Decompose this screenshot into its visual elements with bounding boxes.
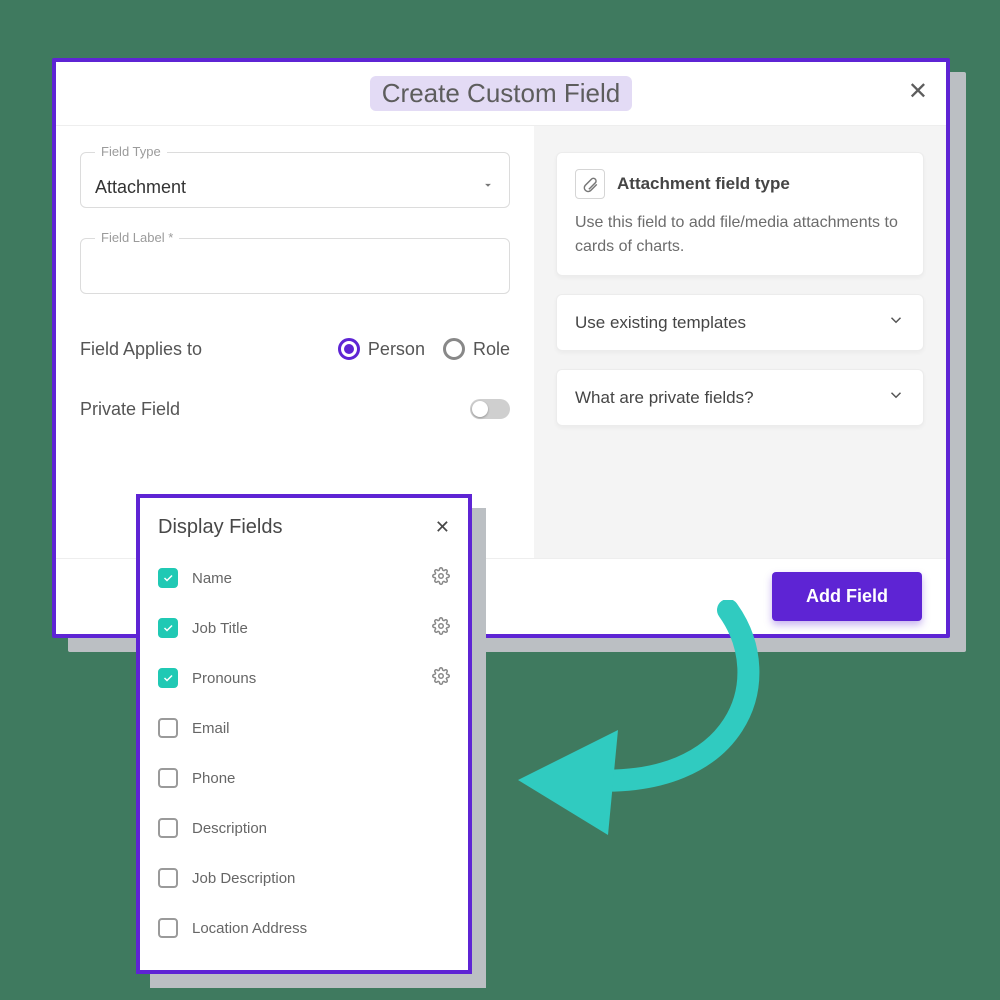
field-type-select[interactable]: Field Type Attachment bbox=[80, 152, 510, 208]
gear-icon[interactable] bbox=[432, 567, 450, 589]
radio-role-label: Role bbox=[473, 339, 510, 360]
item-label: Job Description bbox=[192, 870, 295, 887]
list-item[interactable]: Phone bbox=[158, 753, 450, 803]
info-description: Use this field to add file/media attachm… bbox=[575, 211, 905, 259]
info-column: Attachment field type Use this field to … bbox=[534, 126, 946, 558]
list-item[interactable]: Location Address bbox=[158, 903, 450, 953]
applies-to-row: Field Applies to Person Role bbox=[80, 324, 510, 374]
radio-person[interactable]: Person bbox=[338, 338, 425, 360]
list-item[interactable]: Pronouns bbox=[158, 653, 450, 703]
field-label-text[interactable] bbox=[95, 262, 495, 284]
item-label: Job Title bbox=[192, 620, 248, 637]
field-type-label: Field Type bbox=[95, 144, 167, 159]
close-icon[interactable]: ✕ bbox=[908, 80, 928, 104]
panel-header: Display Fields ✕ bbox=[158, 516, 450, 539]
private-field-label: Private Field bbox=[80, 399, 180, 420]
gear-icon[interactable] bbox=[432, 667, 450, 689]
radio-person-label: Person bbox=[368, 339, 425, 360]
item-label: Pronouns bbox=[192, 670, 256, 687]
list-item[interactable]: Job Description bbox=[158, 853, 450, 903]
attachment-icon bbox=[575, 169, 605, 199]
checkbox[interactable] bbox=[158, 618, 178, 638]
field-type-value: Attachment bbox=[95, 177, 481, 198]
expander-templates[interactable]: Use existing templates bbox=[556, 294, 924, 351]
item-label: Name bbox=[192, 570, 232, 587]
field-type-info-card: Attachment field type Use this field to … bbox=[556, 152, 924, 276]
radio-role[interactable]: Role bbox=[443, 338, 510, 360]
info-heading: Attachment field type bbox=[617, 174, 790, 194]
item-label: Location Address bbox=[192, 920, 307, 937]
modal-title: Create Custom Field bbox=[370, 76, 632, 111]
expander-private-fields[interactable]: What are private fields? bbox=[556, 369, 924, 426]
expander-label: Use existing templates bbox=[575, 313, 746, 333]
gear-icon[interactable] bbox=[432, 617, 450, 639]
radio-icon bbox=[443, 338, 465, 360]
expander-label: What are private fields? bbox=[575, 388, 754, 408]
checkbox[interactable] bbox=[158, 918, 178, 938]
chevron-down-icon bbox=[887, 311, 905, 334]
field-label-input[interactable]: Field Label * bbox=[80, 238, 510, 294]
radio-icon bbox=[338, 338, 360, 360]
list-item[interactable]: Email bbox=[158, 703, 450, 753]
checkbox[interactable] bbox=[158, 868, 178, 888]
checkbox[interactable] bbox=[158, 818, 178, 838]
close-icon[interactable]: ✕ bbox=[435, 517, 450, 538]
add-field-button[interactable]: Add Field bbox=[772, 572, 922, 621]
item-label: Description bbox=[192, 820, 267, 837]
checkbox[interactable] bbox=[158, 668, 178, 688]
display-fields-panel: Display Fields ✕ Name Job Title Pronouns Em… bbox=[136, 494, 472, 974]
list-item[interactable]: Name bbox=[158, 553, 450, 603]
checkbox[interactable] bbox=[158, 768, 178, 788]
item-label: Phone bbox=[192, 770, 235, 787]
field-label-floating-label: Field Label * bbox=[95, 230, 179, 245]
list-item[interactable]: Description bbox=[158, 803, 450, 853]
checkbox[interactable] bbox=[158, 718, 178, 738]
chevron-down-icon bbox=[887, 386, 905, 409]
item-label: Email bbox=[192, 720, 230, 737]
chevron-down-icon bbox=[481, 178, 495, 197]
applies-to-label: Field Applies to bbox=[80, 339, 202, 360]
panel-title: Display Fields bbox=[158, 516, 282, 539]
private-field-toggle[interactable] bbox=[470, 399, 510, 419]
panel-list: Name Job Title Pronouns Email Phone Descripti… bbox=[158, 553, 450, 953]
private-field-row: Private Field bbox=[80, 384, 510, 434]
list-item[interactable]: Job Title bbox=[158, 603, 450, 653]
modal-header: Create Custom Field ✕ bbox=[56, 62, 946, 126]
applies-to-radios: Person Role bbox=[338, 338, 510, 360]
checkbox[interactable] bbox=[158, 568, 178, 588]
